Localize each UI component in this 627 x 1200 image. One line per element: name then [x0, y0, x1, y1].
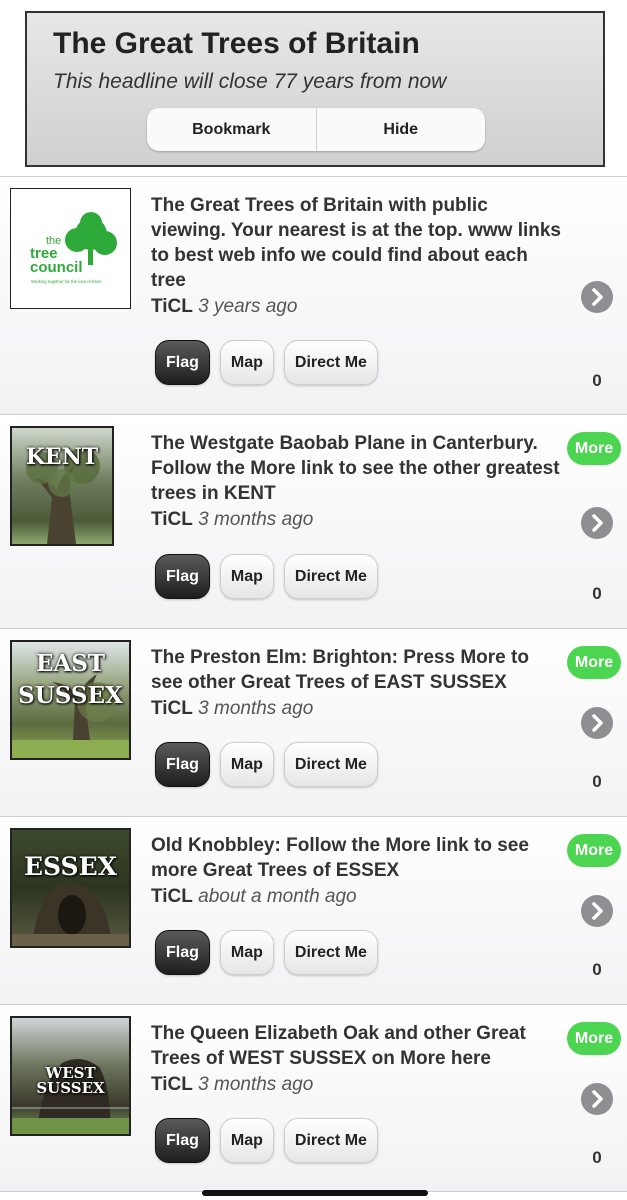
- kent-tree-thumbnail: KENT: [10, 426, 114, 546]
- post-actions: Flag Map Direct Me: [155, 930, 378, 975]
- post-content: Old Knobbley: Follow the More link to se…: [151, 833, 561, 910]
- flag-button[interactable]: Flag: [155, 554, 210, 599]
- west-sussex-tree-thumbnail: WEST SUSSEX: [10, 1016, 131, 1136]
- post-meta: TiCL 3 months ago: [151, 507, 561, 533]
- bookmark-button[interactable]: Bookmark: [147, 108, 316, 151]
- more-button[interactable]: More: [567, 834, 621, 867]
- county-label-line1: EAST: [35, 650, 106, 677]
- vote-count: 0: [592, 960, 602, 979]
- county-label: KENT: [25, 444, 99, 470]
- post-title: The Queen Elizabeth Oak and other Great …: [151, 1023, 526, 1069]
- map-button[interactable]: Map: [219, 1118, 274, 1163]
- post-time: 3 months ago: [198, 698, 314, 719]
- map-button[interactable]: Map: [219, 742, 274, 787]
- logo-council: council: [30, 259, 83, 276]
- tree-council-logo: the tree council Working together for th…: [10, 188, 131, 309]
- headline-subtitle: This headline will close 77 years from n…: [53, 70, 447, 93]
- post-author: TiCL: [151, 509, 193, 530]
- vote-count: 0: [592, 1148, 602, 1167]
- post-time: 3 months ago: [198, 1074, 314, 1095]
- post-content: The Queen Elizabeth Oak and other Great …: [151, 1021, 561, 1098]
- county-label: ESSEX: [23, 852, 118, 881]
- home-indicator[interactable]: [202, 1190, 428, 1196]
- post-meta: TiCL about a month ago: [151, 884, 561, 910]
- post-content: The Preston Elm: Brighton: Press More to…: [151, 645, 561, 722]
- county-label-line2: SUSSEX: [18, 682, 123, 709]
- headline-actions: Bookmark Hide: [147, 108, 485, 151]
- list-item[interactable]: EAST SUSSEX The Preston Elm: Brighton: P…: [0, 628, 627, 816]
- direct-me-button[interactable]: Direct Me: [283, 340, 378, 385]
- post-meta: TiCL 3 months ago: [151, 1072, 561, 1098]
- post-actions: Flag Map Direct Me: [155, 340, 378, 385]
- more-button[interactable]: More: [567, 1022, 621, 1055]
- post-title: Old Knobbley: Follow the More link to se…: [151, 835, 529, 881]
- map-button[interactable]: Map: [219, 340, 274, 385]
- post-title: The Preston Elm: Brighton: Press More to…: [151, 647, 529, 693]
- post-meta: TiCL 3 years ago: [151, 294, 561, 320]
- chevron-right-icon[interactable]: [581, 507, 613, 539]
- essex-tree-thumbnail: ESSEX: [10, 828, 131, 948]
- county-label: WEST SUSSEX: [36, 1064, 105, 1097]
- vote-count: 0: [592, 772, 602, 791]
- post-time: 3 months ago: [198, 509, 314, 530]
- direct-me-button[interactable]: Direct Me: [283, 554, 378, 599]
- post-time: about a month ago: [198, 886, 357, 907]
- post-author: TiCL: [151, 1074, 193, 1095]
- list-item[interactable]: KENT The Westgate Baobab Plane in Canter…: [0, 414, 627, 628]
- more-button[interactable]: More: [567, 646, 621, 679]
- headline-banner: The Great Trees of Britain This headline…: [25, 11, 605, 167]
- flag-button[interactable]: Flag: [155, 930, 210, 975]
- headline-title: The Great Trees of Britain: [53, 27, 420, 60]
- hide-button[interactable]: Hide: [315, 108, 486, 151]
- east-sussex-tree-thumbnail: EAST SUSSEX: [10, 640, 131, 760]
- chevron-right-icon[interactable]: [581, 707, 613, 739]
- post-title: The Westgate Baobab Plane in Canterbury.…: [151, 433, 560, 504]
- direct-me-button[interactable]: Direct Me: [283, 930, 378, 975]
- post-author: TiCL: [151, 698, 193, 719]
- vote-count: 0: [592, 371, 602, 390]
- map-button[interactable]: Map: [219, 554, 274, 599]
- direct-me-button[interactable]: Direct Me: [283, 1118, 378, 1163]
- post-content: The Westgate Baobab Plane in Canterbury.…: [151, 431, 561, 533]
- chevron-right-icon[interactable]: [581, 281, 613, 313]
- chevron-right-icon[interactable]: [581, 895, 613, 927]
- direct-me-button[interactable]: Direct Me: [283, 742, 378, 787]
- logo-tagline: Working together for the love of trees: [31, 279, 102, 284]
- post-actions: Flag Map Direct Me: [155, 554, 378, 599]
- flag-button[interactable]: Flag: [155, 340, 210, 385]
- post-meta: TiCL 3 months ago: [151, 696, 561, 722]
- post-author: TiCL: [151, 886, 193, 907]
- vote-count: 0: [592, 584, 602, 603]
- post-title: The Great Trees of Britain with public v…: [151, 195, 562, 291]
- flag-button[interactable]: Flag: [155, 742, 210, 787]
- post-content: The Great Trees of Britain with public v…: [151, 193, 561, 320]
- list-item[interactable]: WEST SUSSEX The Queen Elizabeth Oak and …: [0, 1004, 627, 1192]
- more-button[interactable]: More: [567, 432, 621, 465]
- flag-button[interactable]: Flag: [155, 1118, 210, 1163]
- list-item[interactable]: ESSEX Old Knobbley: Follow the More link…: [0, 816, 627, 1004]
- post-list: the tree council Working together for th…: [0, 176, 627, 1192]
- list-item[interactable]: the tree council Working together for th…: [0, 176, 627, 414]
- post-time: 3 years ago: [198, 296, 298, 317]
- post-actions: Flag Map Direct Me: [155, 1118, 378, 1163]
- post-actions: Flag Map Direct Me: [155, 742, 378, 787]
- chevron-right-icon[interactable]: [581, 1083, 613, 1115]
- map-button[interactable]: Map: [219, 930, 274, 975]
- post-author: TiCL: [151, 296, 193, 317]
